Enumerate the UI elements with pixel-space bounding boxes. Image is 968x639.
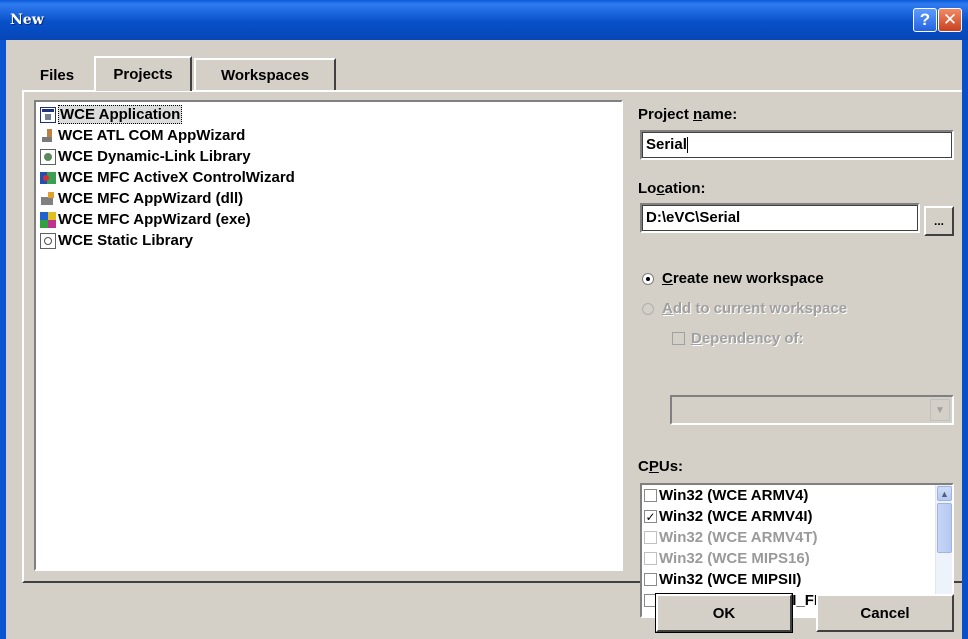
cpu-item-armv4i[interactable]: ✓ Win32 (WCE ARMV4I) bbox=[644, 506, 812, 527]
create-new-workspace-radio[interactable]: Create new workspace bbox=[642, 270, 824, 287]
project-name-accelerator: n bbox=[693, 106, 703, 123]
cpus-label: CPUs: bbox=[638, 458, 683, 475]
wce-application-icon bbox=[40, 106, 56, 123]
project-item-dynamic-link-library[interactable]: WCE Dynamic-Link Library bbox=[40, 146, 251, 167]
cpu-item-label: Win32 (WCE ARMV4T) bbox=[659, 529, 818, 546]
tab-projects-label: Projects bbox=[113, 66, 173, 83]
static-library-icon bbox=[40, 232, 56, 249]
checkbox-unchecked-icon bbox=[672, 332, 685, 345]
tab-workspaces-label: Workspaces bbox=[220, 66, 310, 84]
scroll-thumb[interactable] bbox=[937, 503, 952, 553]
project-item-mfc-appwizard-exe[interactable]: WCE MFC AppWizard (exe) bbox=[40, 209, 251, 230]
dependency-label-rest: ependency of: bbox=[701, 330, 804, 347]
checkbox-checked-icon[interactable]: ✓ bbox=[644, 510, 657, 523]
project-item-mfc-appwizard-dll[interactable]: WCE MFC AppWizard (dll) bbox=[40, 188, 243, 209]
checkbox-unchecked-icon[interactable] bbox=[644, 531, 657, 544]
cancel-button[interactable]: Cancel bbox=[816, 594, 954, 632]
checkbox-unchecked-icon[interactable] bbox=[644, 573, 657, 586]
project-item-activex-controlwizard[interactable]: WCE MFC ActiveX ControlWizard bbox=[40, 167, 295, 188]
title-bar: New ? ✕ bbox=[0, 0, 968, 40]
dynamic-link-library-icon bbox=[40, 148, 56, 165]
dialog-body: Files Projects Workspaces WCE Applicatio… bbox=[0, 40, 964, 639]
project-item-label: WCE Static Library bbox=[58, 232, 194, 249]
location-label: Location: bbox=[638, 180, 706, 197]
cpu-item-label: Win32 (WCE MIPS16) bbox=[659, 550, 810, 567]
cpu-item-armv4[interactable]: Win32 (WCE ARMV4) bbox=[644, 485, 808, 506]
cpus-label-rest: Us: bbox=[658, 458, 684, 475]
project-item-label: WCE Application bbox=[58, 105, 183, 124]
project-item-label: WCE MFC AppWizard (dll) bbox=[58, 190, 244, 207]
cancel-label: Cancel bbox=[860, 604, 910, 622]
location-label-text: Lo bbox=[638, 180, 657, 197]
project-name-value: Serial bbox=[646, 136, 687, 153]
add-accelerator: A bbox=[662, 300, 673, 317]
location-label-rest: ation: bbox=[664, 180, 706, 197]
add-label-rest: dd to current workspace bbox=[672, 300, 848, 317]
create-label-rest: reate new workspace bbox=[672, 270, 824, 287]
radio-unselected-icon bbox=[642, 302, 654, 315]
scroll-up-icon[interactable]: ▲ bbox=[937, 486, 952, 501]
atl-com-appwizard-icon bbox=[40, 128, 56, 144]
project-item-label: WCE MFC AppWizard (exe) bbox=[58, 211, 251, 228]
browse-label: ... bbox=[933, 214, 944, 228]
cpu-item-label: Win32 (WCE ARMV4I) bbox=[659, 508, 813, 525]
project-item-static-library[interactable]: WCE Static Library bbox=[40, 230, 193, 251]
mfc-appwizard-exe-icon bbox=[40, 211, 56, 228]
window-title: New bbox=[10, 12, 44, 28]
project-name-label: Project name: bbox=[638, 106, 737, 123]
cpu-item-mipsii[interactable]: Win32 (WCE MIPSII) bbox=[644, 569, 801, 590]
close-icon: ✕ bbox=[942, 10, 958, 29]
dependency-label: Dependency of: bbox=[691, 330, 804, 347]
tab-projects[interactable]: Projects bbox=[94, 56, 192, 91]
dropdown-arrow-icon[interactable]: ▼ bbox=[930, 399, 950, 421]
help-icon: ? bbox=[919, 10, 931, 29]
cpu-item-mips16[interactable]: Win32 (WCE MIPS16) bbox=[644, 548, 810, 569]
project-item-atl-com-appwizard[interactable]: WCE ATL COM AppWizard bbox=[40, 125, 245, 146]
help-button[interactable]: ? bbox=[913, 8, 937, 32]
location-input[interactable]: D:\eVC\Serial bbox=[640, 203, 920, 233]
browse-location-button[interactable]: ... bbox=[924, 206, 954, 236]
dependency-select[interactable]: ▼ bbox=[670, 395, 954, 425]
cpus-accelerator: P bbox=[648, 458, 659, 475]
location-accelerator: c bbox=[656, 180, 665, 197]
project-name-input[interactable]: Serial bbox=[640, 130, 954, 160]
mfc-appwizard-dll-icon bbox=[40, 191, 56, 207]
project-name-label-rest: ame: bbox=[702, 106, 738, 123]
add-workspace-label: Add to current workspace bbox=[662, 300, 847, 317]
cpu-item-label: Win32 (WCE MIPSII) bbox=[659, 571, 802, 588]
radio-selected-icon bbox=[642, 272, 654, 285]
close-button[interactable]: ✕ bbox=[938, 8, 962, 32]
add-to-current-workspace-radio[interactable]: Add to current workspace bbox=[642, 300, 847, 317]
project-name-label-text: Project bbox=[638, 106, 694, 123]
tab-workspaces[interactable]: Workspaces bbox=[194, 58, 336, 90]
window-border-right bbox=[962, 40, 968, 639]
ok-button[interactable]: OK bbox=[655, 593, 793, 633]
project-item-label: WCE Dynamic-Link Library bbox=[58, 148, 251, 165]
cpu-item-label: Win32 (WCE ARMV4) bbox=[659, 487, 809, 504]
project-item-label: WCE MFC ActiveX ControlWizard bbox=[58, 169, 295, 186]
cpus-label-text: C bbox=[638, 458, 649, 475]
ok-label: OK bbox=[712, 604, 736, 622]
project-item-label: WCE ATL COM AppWizard bbox=[58, 127, 246, 144]
create-workspace-label: Create new workspace bbox=[662, 270, 824, 287]
create-accelerator: C bbox=[662, 270, 673, 287]
cpu-item-armv4t[interactable]: Win32 (WCE ARMV4T) bbox=[644, 527, 817, 548]
tab-files-label: Files bbox=[39, 66, 75, 84]
dependency-accelerator: D bbox=[691, 330, 702, 347]
checkbox-unchecked-icon[interactable] bbox=[644, 552, 657, 565]
location-value: D:\eVC\Serial bbox=[646, 209, 741, 226]
tab-files[interactable]: Files bbox=[24, 60, 90, 90]
project-type-list[interactable]: WCE Application WCE ATL COM AppWizard WC… bbox=[34, 100, 623, 571]
project-item-wce-application[interactable]: WCE Application bbox=[40, 104, 183, 125]
checkbox-unchecked-icon[interactable] bbox=[644, 489, 657, 502]
dependency-of-checkbox[interactable]: Dependency of: bbox=[672, 330, 804, 347]
text-caret bbox=[686, 137, 688, 154]
activex-controlwizard-icon bbox=[40, 170, 56, 186]
